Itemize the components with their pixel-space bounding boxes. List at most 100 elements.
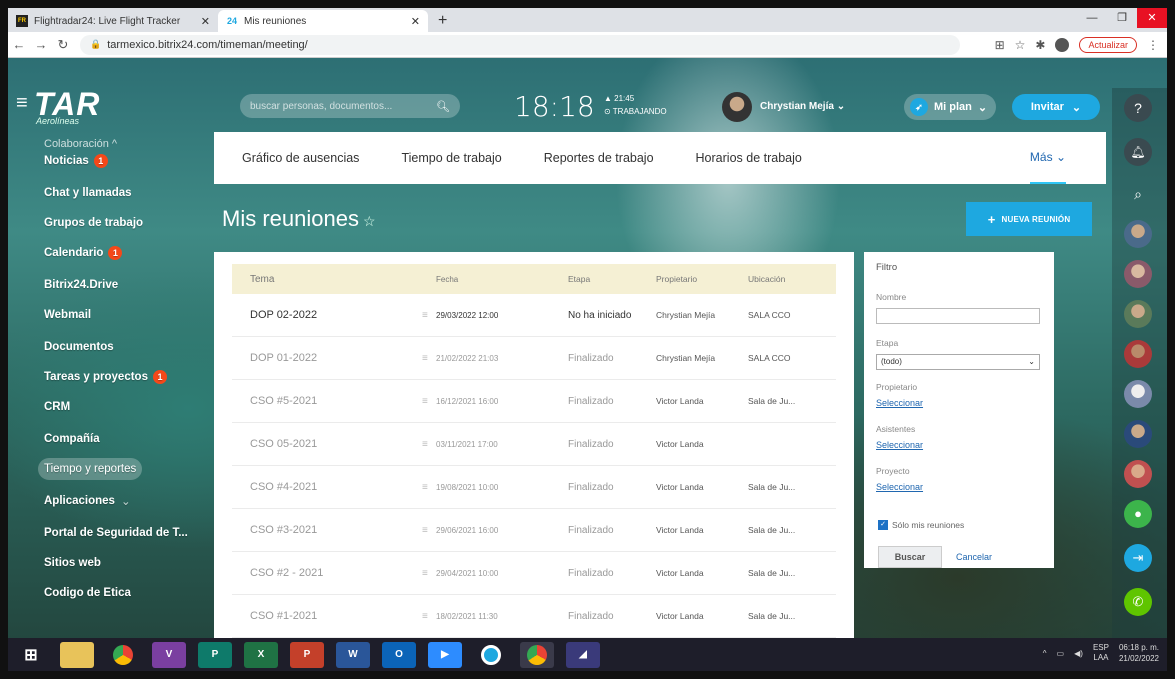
- row-menu-icon[interactable]: ≡: [422, 439, 428, 450]
- powerpoint-icon[interactable]: P: [290, 641, 324, 668]
- hamburger-menu-icon[interactable]: ≡: [16, 92, 28, 115]
- col-ubicacion[interactable]: Ubicación: [748, 274, 785, 284]
- close-window-icon[interactable]: ✕: [1137, 8, 1167, 28]
- tab-horarios[interactable]: Horarios de trabajo: [696, 151, 802, 165]
- publisher-icon[interactable]: P: [198, 641, 232, 668]
- windows-start-icon[interactable]: ⊞: [14, 642, 48, 668]
- word-icon[interactable]: W: [336, 641, 370, 668]
- chrome-active-icon[interactable]: [520, 641, 554, 668]
- update-button[interactable]: Actualizar: [1079, 36, 1137, 53]
- forward-icon[interactable]: →: [30, 37, 52, 52]
- col-tema[interactable]: Tema: [250, 274, 274, 285]
- table-row[interactable]: CSO #1-2021 ≡ 18/02/2021 11:30 Finalizado …: [232, 595, 836, 638]
- zoom-icon[interactable]: ▶: [428, 641, 462, 668]
- sidebar-item-compania[interactable]: Compañía: [38, 428, 106, 450]
- search-input[interactable]: buscar personas, documentos... 🔍︎: [240, 94, 460, 118]
- contact-avatar[interactable]: [1124, 380, 1152, 408]
- row-menu-icon[interactable]: ≡: [422, 482, 428, 493]
- url-input[interactable]: 🔒 tarmexico.bitrix24.com/timeman/meeting…: [80, 34, 960, 55]
- translate-icon[interactable]: ⊞: [995, 38, 1005, 52]
- table-row[interactable]: CSO 05-2021 ≡ 03/11/2021 17:00 Finalizado …: [232, 423, 836, 466]
- maximize-icon[interactable]: ❐: [1107, 8, 1137, 28]
- help-icon[interactable]: ?: [1124, 94, 1152, 122]
- app-chart-icon[interactable]: ◢: [566, 641, 600, 668]
- visio-icon[interactable]: V: [152, 641, 186, 668]
- sidebar-item-portal[interactable]: Portal de Seguridad de T...: [38, 522, 194, 544]
- sidebar-item-noticias[interactable]: Noticias 1: [38, 150, 114, 172]
- app-circle-icon[interactable]: [474, 642, 508, 668]
- search-icon[interactable]: ⌕: [1124, 180, 1152, 208]
- open-channel-icon[interactable]: ⇥: [1124, 544, 1152, 572]
- new-meeting-button[interactable]: + NUEVA REUNIÓN: [966, 202, 1092, 236]
- user-menu[interactable]: Chrystian Mejía ⌄: [760, 101, 845, 112]
- table-row[interactable]: CSO #2 - 2021 ≡ 29/04/2021 10:00 Finalizad…: [232, 552, 836, 595]
- extensions-icon[interactable]: ✱: [1035, 38, 1045, 52]
- tray-chevron-icon[interactable]: ^: [1043, 649, 1047, 658]
- close-tab-icon[interactable]: ✕: [411, 15, 420, 28]
- table-row[interactable]: DOP 02-2022 ≡ 29/03/2022 12:00 No ha inici…: [232, 294, 836, 337]
- profile-icon[interactable]: [1055, 37, 1070, 52]
- col-propietario[interactable]: Propietario: [656, 274, 697, 284]
- search-icon[interactable]: 🔍︎: [436, 100, 450, 113]
- clock-info[interactable]: ▲ 21:45 ⊙ TRABAJANDO: [604, 92, 667, 118]
- sidebar-item-documentos[interactable]: Documentos: [38, 336, 120, 358]
- back-icon[interactable]: ←: [8, 37, 30, 52]
- phone-icon[interactable]: ✆: [1124, 588, 1152, 616]
- tab-tiempo-trabajo[interactable]: Tiempo de trabajo: [401, 151, 501, 165]
- sidebar-item-codigo[interactable]: Codigo de Etica: [38, 582, 137, 604]
- tab-ausencias[interactable]: Gráfico de ausencias: [242, 151, 359, 165]
- table-row[interactable]: DOP 01-2022 ≡ 21/02/2022 21:03 Finalizado …: [232, 337, 836, 380]
- chrome-icon[interactable]: [106, 642, 140, 668]
- stage-select[interactable]: (todo) ⌄: [876, 354, 1040, 370]
- table-row[interactable]: CSO #3-2021 ≡ 29/06/2021 16:00 Finalizado …: [232, 509, 836, 552]
- sidebar-item-webmail[interactable]: Webmail: [38, 304, 97, 326]
- sidebar-item-drive[interactable]: Bitrix24.Drive: [38, 274, 124, 296]
- user-group-icon[interactable]: ●: [1124, 500, 1152, 528]
- search-button[interactable]: Buscar: [878, 546, 942, 568]
- sidebar-item-tiempo[interactable]: Tiempo y reportes: [38, 458, 143, 480]
- sidebar-item-crm[interactable]: CRM: [38, 396, 76, 418]
- cancel-button[interactable]: Cancelar: [956, 552, 992, 562]
- name-input[interactable]: [876, 308, 1040, 324]
- volume-icon[interactable]: ◀): [1074, 649, 1083, 658]
- contact-avatar[interactable]: [1124, 300, 1152, 328]
- contact-avatar[interactable]: [1124, 340, 1152, 368]
- row-menu-icon[interactable]: ≡: [422, 568, 428, 579]
- tab-mis-reuniones[interactable]: 24 Mis reuniones ✕: [218, 10, 428, 32]
- table-row[interactable]: CSO #5-2021 ≡ 16/12/2021 16:00 Finalizado …: [232, 380, 836, 423]
- favorite-star-icon[interactable]: ☆: [363, 213, 376, 229]
- menu-kebab-icon[interactable]: ⋮: [1147, 38, 1159, 52]
- sidebar-item-aplicaciones[interactable]: Aplicaciones ⌄: [38, 490, 137, 512]
- row-menu-icon[interactable]: ≡: [422, 310, 428, 321]
- clock-time[interactable]: 18:18: [514, 90, 595, 123]
- sidebar-item-grupos[interactable]: Grupos de trabajo: [38, 212, 149, 234]
- outlook-icon[interactable]: O: [382, 641, 416, 668]
- col-fecha[interactable]: Fecha: [436, 275, 458, 284]
- sidebar-section-title[interactable]: Colaboración ^: [44, 138, 117, 150]
- excel-icon[interactable]: X: [244, 641, 278, 668]
- sidebar-item-calendario[interactable]: Calendario 1: [38, 242, 128, 264]
- file-explorer-icon[interactable]: [60, 641, 94, 668]
- contact-avatar[interactable]: [1124, 420, 1152, 448]
- project-select-link[interactable]: Seleccionar: [876, 482, 923, 492]
- sidebar-item-sitios[interactable]: Sitios web: [38, 552, 107, 574]
- row-menu-icon[interactable]: ≡: [422, 353, 428, 364]
- reload-icon[interactable]: ↻: [52, 37, 74, 53]
- network-icon[interactable]: ▭: [1057, 649, 1065, 658]
- bookmark-star-icon[interactable]: ☆: [1015, 38, 1026, 52]
- col-etapa[interactable]: Etapa: [568, 274, 590, 284]
- tab-flightradar[interactable]: FR Flightradar24: Live Flight Tracker ✕: [8, 10, 218, 32]
- invite-button[interactable]: Invitar ⌄: [1012, 94, 1100, 120]
- row-menu-icon[interactable]: ≡: [422, 525, 428, 536]
- language-indicator[interactable]: ESP LAA: [1093, 643, 1109, 663]
- notifications-bell-icon[interactable]: 🔔︎: [1124, 138, 1152, 166]
- contact-avatar[interactable]: [1124, 260, 1152, 288]
- my-plan-button[interactable]: ➶ Mi plan ⌄: [904, 94, 996, 120]
- minimize-icon[interactable]: —: [1077, 8, 1107, 28]
- clock-date[interactable]: 06:18 p. m. 21/02/2022: [1119, 642, 1159, 664]
- contact-avatar[interactable]: [1124, 460, 1152, 488]
- attendees-select-link[interactable]: Seleccionar: [876, 440, 923, 450]
- sidebar-item-chat[interactable]: Chat y llamadas: [38, 182, 138, 204]
- owner-select-link[interactable]: Seleccionar: [876, 398, 923, 408]
- tab-more[interactable]: Más ⌄: [1029, 132, 1066, 184]
